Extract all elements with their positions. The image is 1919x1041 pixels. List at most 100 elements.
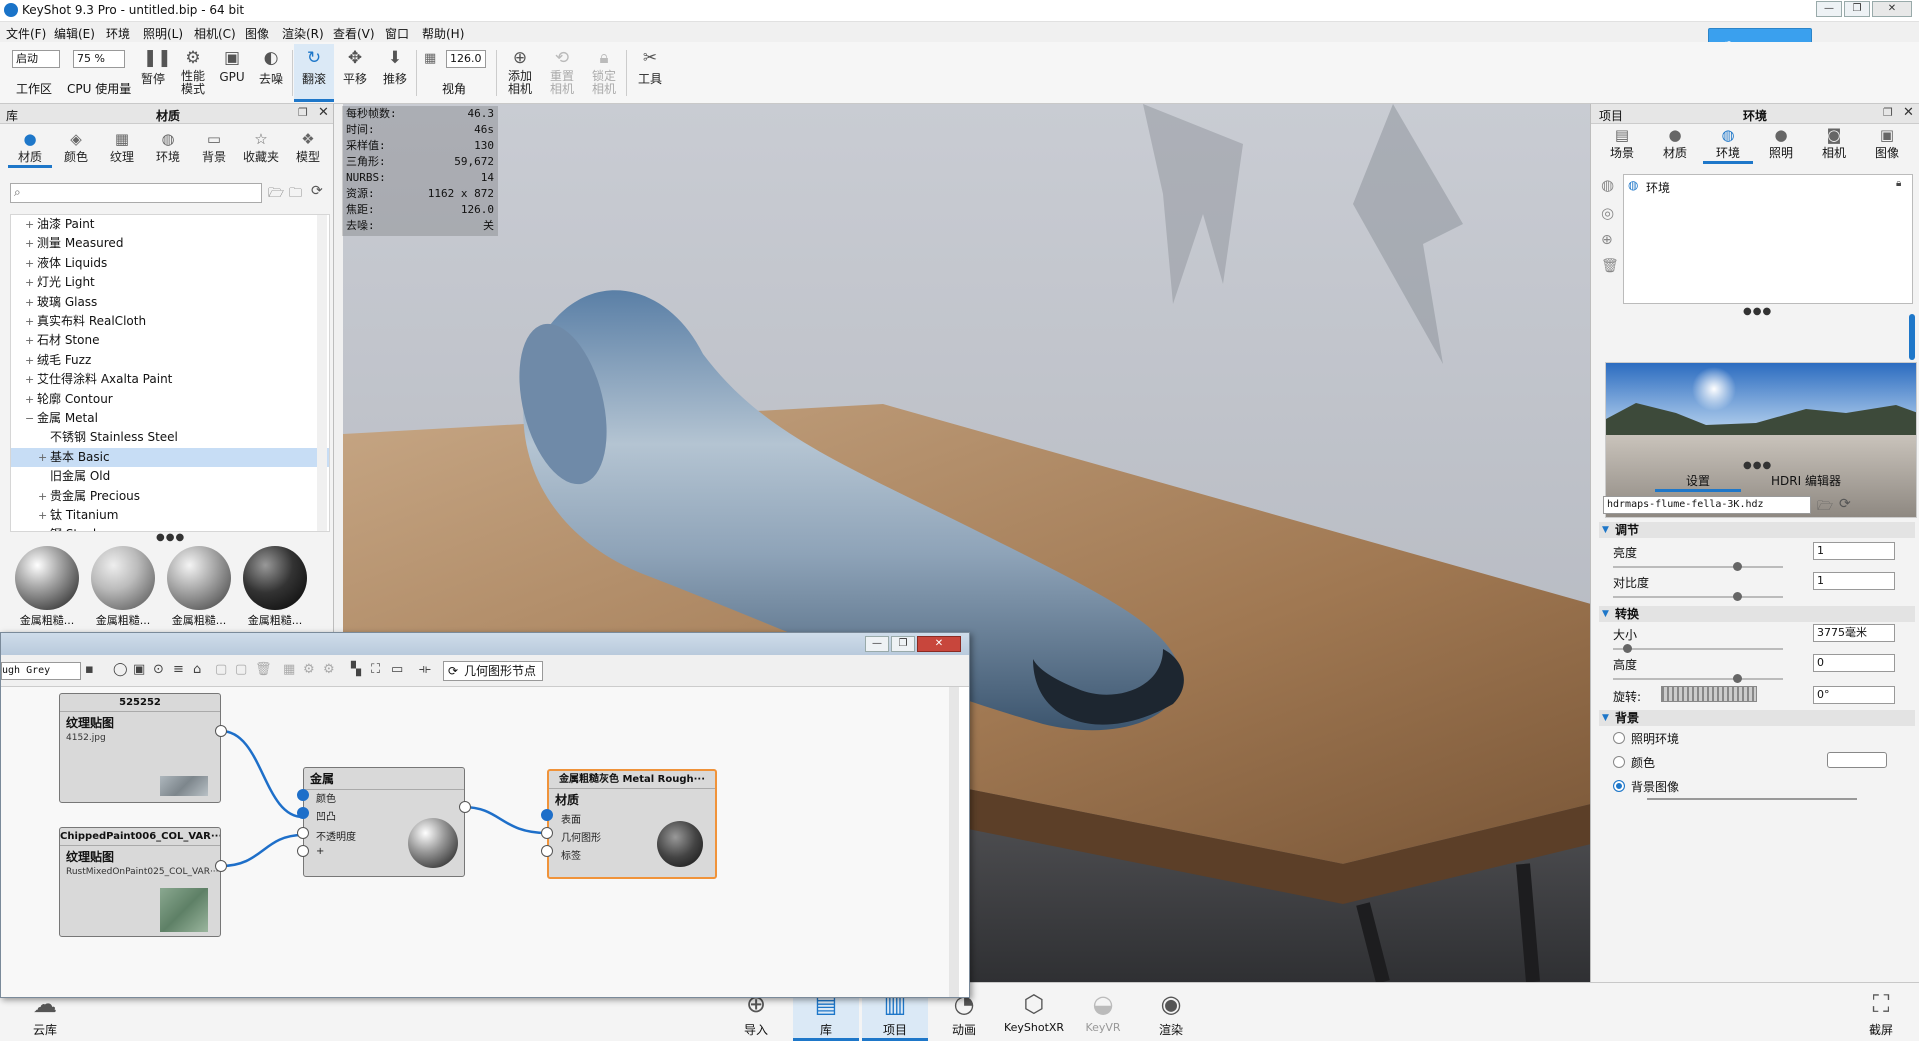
group-icon[interactable]: ▦ [283, 662, 295, 677]
menu-camera[interactable]: 相机(C) [194, 25, 236, 42]
expand-toggle-icon[interactable]: + [25, 254, 37, 273]
refresh-icon[interactable]: ⟳ [1839, 496, 1851, 512]
radio-lighting-environment[interactable] [1613, 732, 1625, 744]
texture-node[interactable]: 525252 纹理贴图 4152.jpg [59, 693, 221, 803]
contrast-input[interactable]: 1 [1813, 572, 1895, 590]
add-camera-button[interactable]: ⊕ 添加 相机 [500, 44, 540, 102]
arrange-icon[interactable]: ▚ [351, 662, 361, 677]
copy-icon[interactable]: ▢ [215, 662, 227, 677]
menu-help[interactable]: 帮助(H) [422, 25, 464, 42]
tree-item[interactable]: + 轮廓 Contour [11, 390, 329, 409]
brightness-slider[interactable] [1613, 562, 1783, 571]
menu-image[interactable]: 图像 [245, 25, 269, 42]
tree-item[interactable]: + 测量 Measured [11, 234, 329, 253]
menu-file[interactable]: 文件(F) [6, 25, 46, 42]
tree-item[interactable]: + 真实布料 RealCloth [11, 312, 329, 331]
tumble-button[interactable]: ↻ 翻滚 [294, 44, 334, 102]
lock-camera-button[interactable]: 🔒︎ 锁定 相机 [584, 44, 624, 102]
maximize-button[interactable]: ❐ [1844, 1, 1870, 17]
open-folder-icon[interactable]: 🗁︎ [268, 184, 284, 206]
environment-list-item[interactable]: ◍ 环境 🔒︎ [1626, 177, 1910, 195]
duplicate-environment-icon[interactable]: ◎ [1601, 204, 1614, 222]
pause-button[interactable]: ❚❚ 暂停 [135, 44, 172, 102]
minimize-button[interactable]: — [865, 636, 889, 652]
adjust-section-header[interactable]: ▼ 调节 [1599, 522, 1915, 538]
expand-toggle-icon[interactable]: + [38, 525, 50, 531]
node-graph-canvas[interactable]: 525252 纹理贴图 4152.jpg ChippedPaint006_COL… [1, 687, 959, 997]
expand-toggle-icon[interactable]: + [25, 312, 37, 331]
add-pin-icon[interactable]: ⊕ [1601, 232, 1613, 248]
slider-knob[interactable] [1733, 674, 1742, 683]
tab-colors[interactable]: ◈ 颜色 [54, 130, 98, 165]
surface-input-port[interactable] [541, 809, 553, 821]
add-environment-icon[interactable]: ◍ [1601, 176, 1614, 194]
radio-color[interactable] [1613, 756, 1625, 768]
expand-toggle-icon[interactable]: + [25, 293, 37, 312]
tab-lighting[interactable]: ● 照明 [1756, 126, 1806, 161]
size-input[interactable]: 3775毫米 [1813, 624, 1895, 642]
delete-icon[interactable]: 🗑︎ [1601, 258, 1619, 274]
pan-button[interactable]: ✥ 平移 [336, 44, 374, 102]
metal-output-port[interactable] [459, 801, 471, 813]
tab-models[interactable]: ❖ 模型 [286, 130, 330, 165]
save-icon[interactable]: ▪ [85, 662, 94, 677]
field-of-view-input[interactable]: 126.0 [446, 50, 486, 68]
expand-toggle-icon[interactable]: + [25, 234, 37, 253]
tree-scrollbar[interactable] [317, 215, 327, 531]
material-graph-titlebar[interactable]: — ❐ ✕ [1, 633, 969, 655]
close-panel-icon[interactable]: ✕ [1903, 105, 1914, 120]
tab-favorites[interactable]: ☆ 收藏夹 [238, 130, 284, 165]
tab-environment[interactable]: ◍ 环境 [1703, 126, 1753, 164]
tab-textures[interactable]: ▦ 纹理 [100, 130, 144, 165]
tree-item[interactable]: + 钛 Titanium [11, 506, 329, 525]
tree-item[interactable]: + 灯光 Light [11, 273, 329, 292]
material-output-node[interactable]: 金属粗糙灰色 Metal Rough··· 材质 表面 几何图形 标签 [547, 769, 717, 879]
minimize-button[interactable]: — [1816, 1, 1842, 17]
menu-environment[interactable]: 环境 [106, 25, 130, 42]
expand-toggle-icon[interactable]: + [38, 448, 50, 467]
expand-toggle-icon[interactable]: + [25, 370, 37, 389]
keyvr-button[interactable]: ◒ KeyVR [1070, 987, 1136, 1041]
tree-item[interactable]: + 绒毛 Fuzz [11, 351, 329, 370]
brightness-input[interactable]: 1 [1813, 542, 1895, 560]
menu-window[interactable]: 窗口 [385, 25, 409, 42]
float-panel-icon[interactable]: ❐ [298, 106, 308, 119]
slider-knob[interactable] [1623, 644, 1632, 653]
tab-settings[interactable]: 设置 [1655, 472, 1741, 492]
menu-view[interactable]: 查看(V) [333, 25, 375, 42]
rotation-jog-wheel[interactable] [1661, 686, 1757, 702]
float-panel-icon[interactable]: ❐ [1883, 106, 1893, 119]
expand-toggle-icon[interactable]: − [25, 409, 37, 428]
rotation-input[interactable]: 0° [1813, 686, 1895, 704]
expand-toggle-icon[interactable]: + [38, 487, 50, 506]
cpu-usage-select[interactable]: 75 % [73, 50, 125, 68]
gpu-button[interactable]: ▣ GPU [214, 44, 250, 102]
material-thumbnail[interactable]: 金属粗糙... [240, 546, 310, 628]
ungroup-icon[interactable]: ⚙ [303, 662, 315, 677]
tab-material[interactable]: ● 材质 [1650, 126, 1700, 161]
render-button[interactable]: ◉ 渲染 [1138, 987, 1204, 1041]
expand-toggle-icon[interactable]: + [25, 215, 37, 234]
tree-item[interactable]: + 基本 Basic [11, 447, 329, 467]
performance-mode-button[interactable]: ⚙ 性能 模式 [174, 44, 212, 102]
tab-scene[interactable]: ▤ 场景 [1597, 126, 1647, 161]
menu-edit[interactable]: 编辑(E) [54, 25, 95, 42]
tree-item[interactable]: + 油漆 Paint [11, 215, 329, 234]
resize-handle[interactable]: ●●● [156, 532, 185, 543]
tree-item[interactable]: +钢 Steel [11, 525, 329, 531]
tree-item[interactable]: 不锈钢 Stainless Steel [11, 428, 329, 447]
screenshot-button[interactable]: ⛶ 截屏 [1848, 987, 1914, 1041]
paste-icon[interactable]: ▢ [235, 662, 247, 677]
menu-lighting[interactable]: 照明(L) [143, 25, 183, 42]
expand-toggle-icon[interactable]: + [25, 351, 37, 370]
hdri-preview[interactable] [1605, 362, 1917, 518]
close-panel-icon[interactable]: ✕ [318, 105, 329, 120]
material-thumbnail[interactable]: 金属粗糙... [12, 546, 82, 628]
geometry-node-button[interactable]: ⟳ 几何图形节点 [443, 661, 543, 681]
metal-node[interactable]: 金属 颜色 凹凸 不透明度 + [303, 767, 465, 877]
open-folder-icon[interactable]: 🗁︎ [1817, 497, 1833, 519]
opacity-input-port[interactable] [297, 827, 309, 839]
texture-node[interactable]: ChippedPaint006_COL_VAR··· 纹理贴图 RustMixe… [59, 827, 221, 937]
tab-hdri-editor[interactable]: HDRI 编辑器 [1759, 472, 1853, 492]
contrast-slider[interactable] [1613, 592, 1783, 601]
